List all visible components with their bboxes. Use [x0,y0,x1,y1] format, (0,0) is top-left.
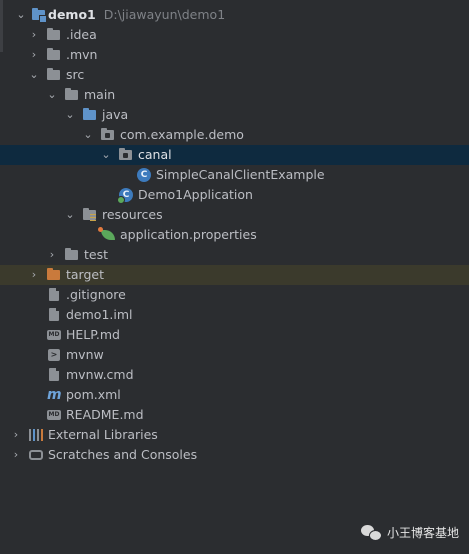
chevron-right-icon[interactable]: › [27,25,41,45]
chevron-right-icon[interactable]: › [45,245,59,265]
chevron-down-icon[interactable]: ⌄ [14,5,28,25]
tree-row-main[interactable]: ⌄ main [0,85,469,105]
scratches-icon [29,450,43,460]
tree-item-label: Scratches and Consoles [48,447,198,462]
chevron-down-icon[interactable]: ⌄ [99,145,113,165]
maven-file-icon: m [47,387,62,403]
gitignore-file-icon [49,288,59,301]
tree-row-readme-md[interactable]: MD README.md [0,405,469,425]
tree-row-mvn[interactable]: › .mvn [0,45,469,65]
tree-item-label: main [84,87,116,102]
tree-row-mvnw-cmd[interactable]: mvnw.cmd [0,365,469,385]
chevron-right-icon[interactable]: › [9,445,23,465]
tree-row-target[interactable]: › target [0,265,469,285]
java-class-icon: C [137,168,151,182]
spring-boot-class-icon: C [117,188,133,204]
resources-folder-icon [83,208,97,222]
tree-item-label: canal [138,147,172,162]
chevron-down-icon[interactable]: ⌄ [63,205,77,225]
tree-item-label: resources [102,207,163,222]
tree-item-label: java [102,107,129,122]
chevron-right-icon[interactable]: › [9,425,23,445]
tree-item-label: External Libraries [48,427,158,442]
folder-icon [47,28,61,42]
folder-icon [65,248,79,262]
folder-icon [47,48,61,62]
tree-row-external-libraries[interactable]: › External Libraries [0,425,469,445]
tree-row-src[interactable]: ⌄ src [0,65,469,85]
tree-row-simple-canal-client[interactable]: C SimpleCanalClientExample [0,165,469,185]
tree-item-label: application.properties [120,227,257,242]
tree-item-label: mvnw [66,347,104,362]
chevron-down-icon[interactable]: ⌄ [45,85,59,105]
tree-item-label: Demo1Application [138,187,253,202]
tree-row-root[interactable]: ⌄ demo1 D:\jiawayun\demo1 [0,5,469,25]
tree-row-demo1-iml[interactable]: demo1.iml [0,305,469,325]
tree-item-label: src [66,67,85,82]
markdown-file-icon: MD [47,330,61,340]
project-path: D:\jiawayun\demo1 [103,7,226,22]
tree-row-mvnw[interactable]: > mvnw [0,345,469,365]
markdown-file-icon: MD [47,410,61,420]
excluded-folder-icon [47,268,61,282]
tree-item-label: target [66,267,105,282]
tree-row-scratches[interactable]: › Scratches and Consoles [0,445,469,465]
iml-file-icon [49,308,59,321]
libraries-icon [29,429,43,441]
tree-item-label: .gitignore [66,287,126,302]
tree-row-resources[interactable]: ⌄ resources [0,205,469,225]
tree-row-application-properties[interactable]: application.properties [0,225,469,245]
project-name: demo1 [48,7,96,22]
chevron-right-icon[interactable]: › [27,45,41,65]
tree-item-label: SimpleCanalClientExample [156,167,325,182]
tree-item-label: test [84,247,109,262]
tree-item-label: README.md [66,407,144,422]
chevron-down-icon[interactable]: ⌄ [81,125,95,145]
tree-row-java[interactable]: ⌄ java [0,105,469,125]
module-folder-icon [32,8,47,23]
wechat-icon [360,524,382,541]
project-tree: ⌄ demo1 D:\jiawayun\demo1 › .idea › .mvn … [0,5,469,465]
tree-row-package[interactable]: ⌄ com.example.demo [0,125,469,145]
tree-item-label: mvnw.cmd [66,367,134,382]
tree-item-label: pom.xml [66,387,121,402]
chevron-right-icon[interactable]: › [27,265,41,285]
tree-row-canal[interactable]: ⌄ canal [0,145,469,165]
tree-row-pom-xml[interactable]: m pom.xml [0,385,469,405]
folder-icon [47,68,61,82]
tree-row-help-md[interactable]: MD HELP.md [0,325,469,345]
tree-row-gitignore[interactable]: .gitignore [0,285,469,305]
cmd-file-icon [49,368,59,381]
tree-item-label: com.example.demo [120,127,244,142]
package-icon [101,128,115,142]
package-icon [119,148,133,162]
tree-row-idea[interactable]: › .idea [0,25,469,45]
chevron-down-icon[interactable]: ⌄ [63,105,77,125]
watermark-text: 小王博客基地 [386,526,459,540]
tree-row-demo1-application[interactable]: C Demo1Application [0,185,469,205]
tree-item-label: .idea [66,27,97,42]
watermark: 小王博客基地 [360,524,459,541]
tree-item-label: .mvn [66,47,98,62]
tree-row-test[interactable]: › test [0,245,469,265]
chevron-down-icon[interactable]: ⌄ [27,65,41,85]
shell-script-icon: > [48,349,60,361]
spring-properties-icon [98,227,115,240]
source-folder-icon [83,108,97,122]
tree-item-label: demo1.iml [66,307,133,322]
tree-item-label: HELP.md [66,327,120,342]
folder-icon [65,88,79,102]
